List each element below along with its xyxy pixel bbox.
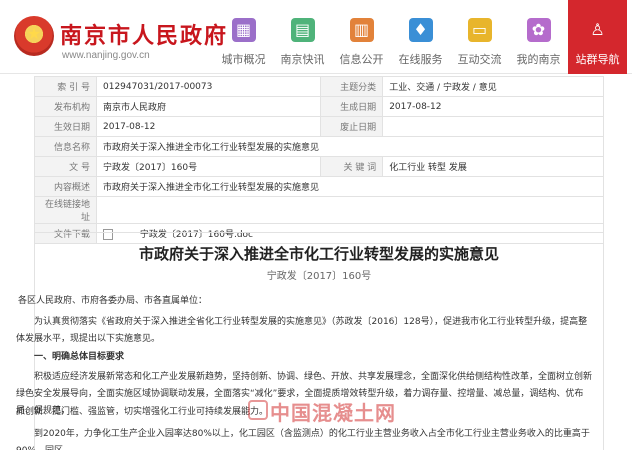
article-doc-number: 宁政发〔2017〕160号 <box>266 271 372 282</box>
nav-item-news[interactable]: ▤ 南京快讯 <box>273 0 332 74</box>
meta-value: 南京市人民政府 <box>95 96 322 117</box>
article-paragraph: 到2020年，力争化工生产企业入园率达80%以上，化工园区（含监测点）的化工行业… <box>16 429 590 450</box>
flower-icon: ✿ <box>526 18 551 42</box>
nav-label: 信息公开 <box>339 53 384 66</box>
document-metadata-table: 索 引 号 012947031/2017-00073 主题分类 工业、交通 / … <box>34 76 604 244</box>
meta-key: 生效日期 <box>34 116 97 137</box>
meta-value: 市政府关于深入推进全市化工行业转型发展的实施意见 <box>96 176 604 197</box>
site-title[interactable]: 南京市人民政府 <box>60 18 228 50</box>
watermark: 中国混凝土网 <box>270 401 396 425</box>
document-icon: ▥ <box>349 18 374 42</box>
nav-item-online-service[interactable]: ♦ 在线服务 <box>391 0 450 74</box>
site-url: www.nanjing.gov.cn <box>62 50 150 61</box>
nav-label: 南京快讯 <box>280 53 325 66</box>
thumbs-up-icon: ♦ <box>408 18 433 42</box>
meta-value: 市政府关于深入推进全市化工行业转型发展的实施意见 <box>96 136 604 157</box>
meta-key: 信息名称 <box>34 136 97 157</box>
meta-value: 宁政发〔2017〕160号 <box>95 156 322 177</box>
nav-label: 城市概况 <box>221 53 266 66</box>
chat-icon: ▭ <box>467 18 492 42</box>
nav-label: 我的南京 <box>516 53 561 66</box>
meta-key: 内容概述 <box>34 176 97 197</box>
main-nav: ▦ 城市概况 ▤ 南京快讯 ▥ 信息公开 ♦ 在线服务 ▭ 互动交流 ✿ 我的南… <box>214 0 627 74</box>
meta-key: 索 引 号 <box>34 76 97 97</box>
nav-item-site-navigation[interactable]: ♙ 站群导航 <box>568 0 627 74</box>
newspaper-icon: ▤ <box>290 18 315 42</box>
meta-key: 发布机构 <box>34 96 97 117</box>
nav-item-info-disclosure[interactable]: ▥ 信息公开 <box>332 0 391 74</box>
meta-value: 化工行业 转型 发展 <box>382 156 604 177</box>
meta-key: 在线链接地址 <box>34 196 97 224</box>
meta-value: 2017-08-12 <box>95 116 322 137</box>
national-emblem-icon <box>14 16 54 56</box>
nav-item-interaction[interactable]: ▭ 互动交流 <box>450 0 509 74</box>
meta-key: 关 键 词 <box>320 156 384 177</box>
article-salutation: 各区人民政府、市府各委办局、市各直属单位： <box>18 296 208 306</box>
article-title: 市政府关于深入推进全市化工行业转型发展的实施意见 <box>138 245 499 263</box>
meta-value[interactable] <box>96 196 604 224</box>
article-paragraph: 为认真贯彻落实《省政府关于深入推进全省化工行业转型发展的实施意见》（苏政发〔20… <box>16 317 588 344</box>
nav-label: 在线服务 <box>398 53 443 66</box>
watermark-logo-icon <box>248 400 268 420</box>
section-heading: 一、明确总体目标要求 <box>34 352 125 362</box>
meta-value: 工业、交通 / 宁政发 / 意见 <box>382 76 604 97</box>
nav-label: 互动交流 <box>457 53 502 66</box>
nav-item-my-nanjing[interactable]: ✿ 我的南京 <box>509 0 568 74</box>
meta-value: 2017-08-12 <box>382 96 604 117</box>
meta-key: 生成日期 <box>320 96 384 117</box>
site-header: 南京市人民政府 www.nanjing.gov.cn ▦ 城市概况 ▤ 南京快讯… <box>0 0 632 74</box>
building-icon: ▦ <box>231 18 256 42</box>
nav-item-city-overview[interactable]: ▦ 城市概况 <box>214 0 273 74</box>
nav-label: 站群导航 <box>575 53 620 66</box>
meta-key: 废止日期 <box>320 116 384 137</box>
meta-value <box>382 116 604 137</box>
user-icon: ♙ <box>590 20 605 39</box>
meta-value: 012947031/2017-00073 <box>95 76 322 97</box>
meta-key: 主题分类 <box>320 76 384 97</box>
meta-key: 文 号 <box>34 156 97 177</box>
